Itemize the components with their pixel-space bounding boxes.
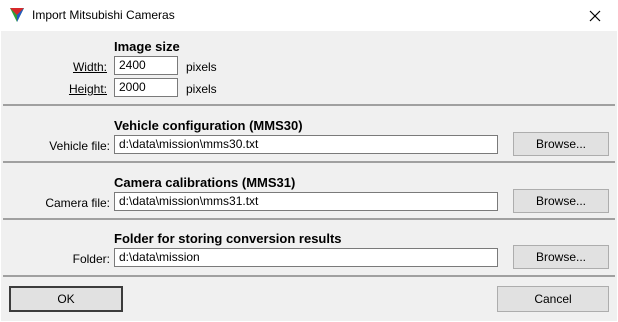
dialog-body: Image size Width: 2400 pixels Height: 20…: [1, 31, 617, 321]
height-unit: pixels: [186, 82, 217, 96]
ok-button[interactable]: OK: [9, 286, 123, 312]
folder-group: Folder for storing conversion results Fo…: [3, 221, 615, 277]
height-label-text: Height:: [68, 82, 107, 96]
width-label: Width:: [3, 60, 107, 74]
camera-group: Camera calibrations (MMS31) Camera file:…: [3, 164, 615, 220]
height-label: Height:: [3, 82, 107, 96]
camera-heading: Camera calibrations (MMS31): [114, 175, 296, 190]
vehicle-heading: Vehicle configuration (MMS30): [114, 118, 303, 133]
cancel-button[interactable]: Cancel: [497, 286, 609, 312]
app-icon: [10, 8, 24, 22]
width-label-text: Width:: [72, 60, 107, 74]
width-input[interactable]: 2400: [114, 56, 178, 75]
folder-label: Folder:: [72, 252, 110, 266]
close-button[interactable]: [572, 0, 618, 31]
camera-file-input[interactable]: d:\data\mission\mms31.txt: [114, 192, 498, 211]
folder-input[interactable]: d:\data\mission: [114, 248, 498, 267]
height-input[interactable]: 2000: [114, 78, 178, 97]
vehicle-file-label: Vehicle file:: [49, 139, 110, 153]
camera-file-label: Camera file:: [45, 196, 110, 210]
vehicle-file-input[interactable]: d:\data\mission\mms30.txt: [114, 135, 498, 154]
title-bar: Import Mitsubishi Cameras: [0, 0, 618, 31]
folder-heading: Folder for storing conversion results: [114, 231, 342, 246]
window-title: Import Mitsubishi Cameras: [32, 8, 175, 22]
vehicle-group: Vehicle configuration (MMS30) Vehicle fi…: [3, 107, 615, 163]
folder-browse-button[interactable]: Browse...: [513, 245, 609, 269]
vehicle-browse-button[interactable]: Browse...: [513, 132, 609, 156]
camera-browse-button[interactable]: Browse...: [513, 189, 609, 213]
width-unit: pixels: [186, 60, 217, 74]
close-icon: [589, 10, 601, 21]
image-size-group: Image size Width: 2400 pixels Height: 20…: [3, 31, 615, 106]
image-size-heading: Image size: [114, 39, 180, 54]
